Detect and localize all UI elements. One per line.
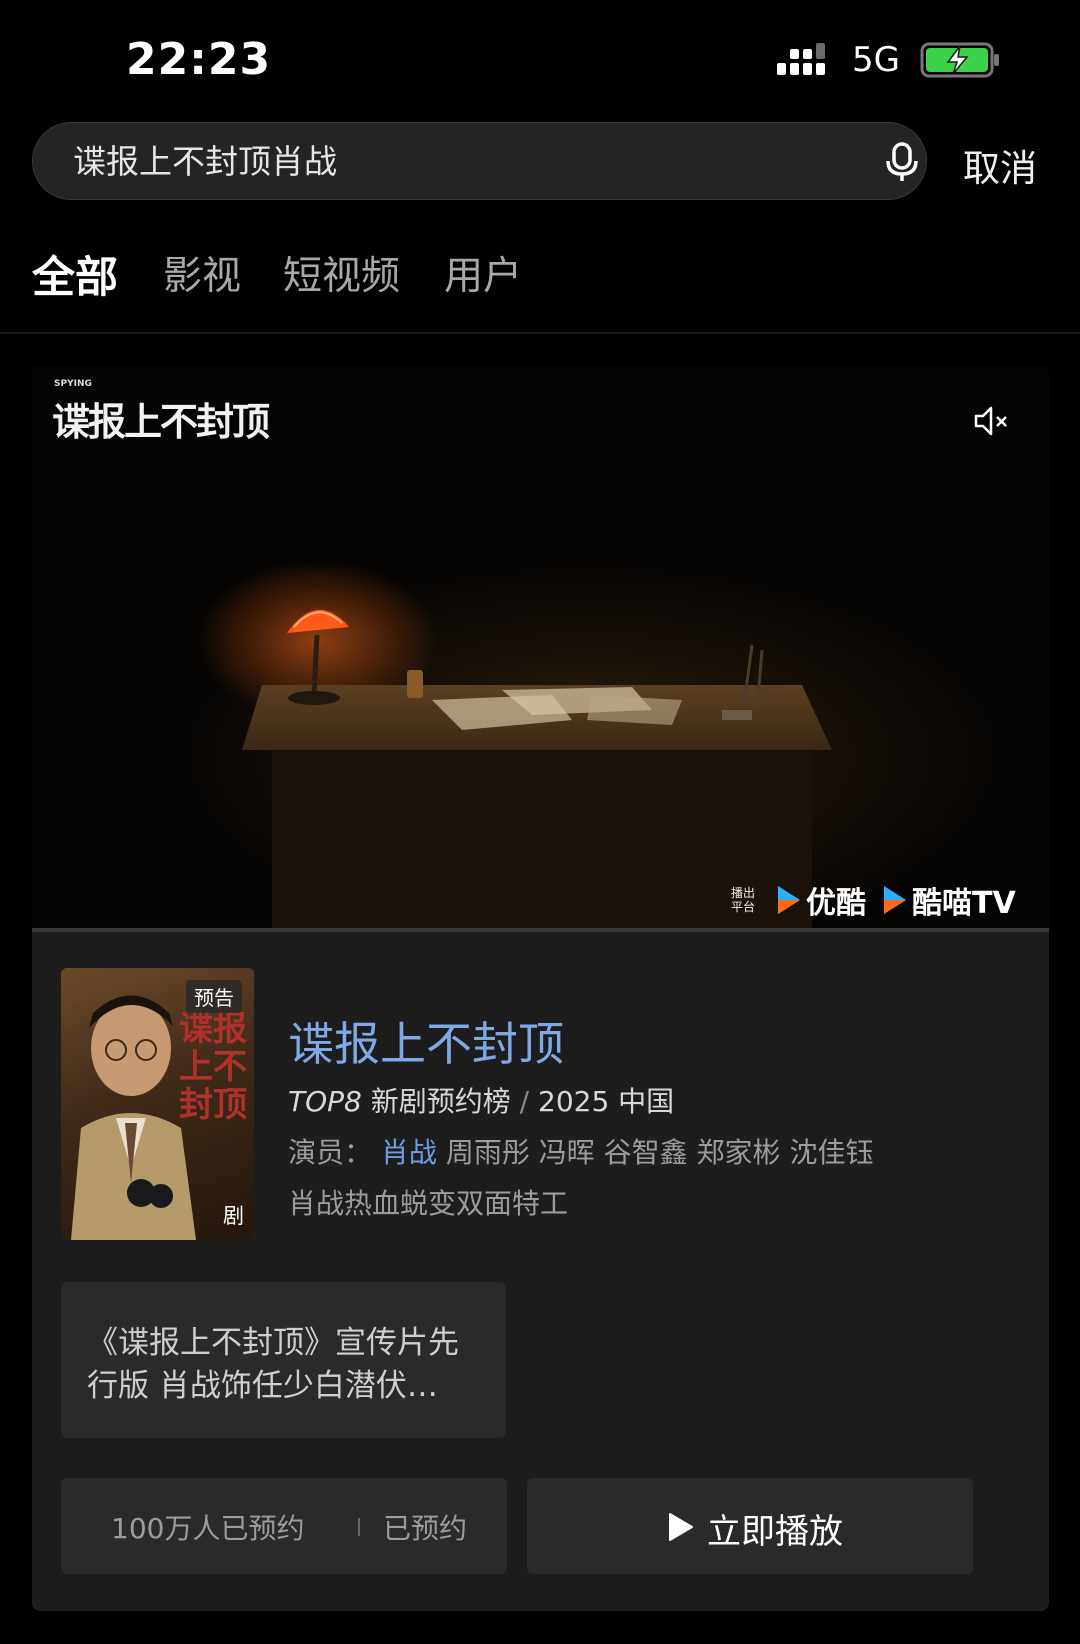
platform-youku[interactable]: 优酷 (776, 881, 866, 921)
tab-divider (0, 332, 1080, 334)
rank-list-name[interactable]: 新剧预约榜 (371, 1085, 511, 1118)
show-logo: 谍报上不封顶 (52, 399, 270, 444)
trailer-video-player[interactable]: SPYING 谍报上不封顶 播出 平台 优酷 酷喵TV (32, 365, 1049, 930)
cast-list: 演员： 肖战 周雨彤 冯晖 谷智鑫 郑家彬 沈佳钰 (288, 1131, 873, 1171)
related-clip-card[interactable]: 《谍报上不封顶》宣传片先行版 肖战饰任少白潜伏… (61, 1282, 506, 1438)
play-label: 立即播放 (707, 1512, 843, 1552)
reserve-divider (358, 1518, 360, 1536)
search-input[interactable] (71, 123, 835, 201)
reserve-button[interactable]: 100万人已预约 已预约 (61, 1478, 507, 1574)
tab-short-video[interactable]: 短视频 (283, 245, 400, 301)
cast-label: 演员： (288, 1136, 373, 1169)
clock: 22:23 (126, 34, 272, 85)
video-progress-bar[interactable] (32, 928, 1049, 932)
play-now-button[interactable]: 立即播放 (527, 1478, 973, 1574)
kumiao-logo-icon (884, 886, 906, 914)
tab-all[interactable]: 全部 (32, 243, 118, 305)
signal-strength-icon (777, 43, 825, 75)
search-bar[interactable] (32, 122, 927, 201)
tab-users[interactable]: 用户 (444, 245, 522, 301)
poster-title-art: 谍报上不封顶 (179, 1009, 247, 1125)
microphone-icon[interactable] (881, 141, 923, 183)
reserve-count: 100万人已预约 (111, 1512, 305, 1545)
clip-title: 《谍报上不封顶》宣传片先行版 肖战饰任少白潜伏… (87, 1325, 459, 1404)
platform-kumiao-tv[interactable]: 酷喵TV (882, 881, 1016, 921)
show-tagline: 肖战热血蜕变双面特工 (288, 1187, 569, 1220)
show-poster[interactable]: 谍报上不封顶 预告 剧 (61, 968, 254, 1240)
logo-subtitle: SPYING (54, 379, 92, 389)
youku-logo-icon (778, 886, 800, 914)
mute-icon[interactable] (973, 404, 1011, 438)
show-meta: TOP8 新剧预约榜 / 2025 中国 (288, 1080, 674, 1120)
desk-scene-illustration (197, 560, 832, 930)
play-icon (669, 1513, 693, 1541)
year-region: 2025 中国 (538, 1085, 675, 1118)
status-bar: 22:23 5G (0, 0, 1080, 120)
cancel-button[interactable]: 取消 (963, 138, 1037, 192)
battery-charging-icon (920, 42, 999, 78)
content-type-badge: 剧 (223, 1204, 244, 1228)
reserve-status: 已预约 (383, 1512, 468, 1545)
show-result-card: SPYING 谍报上不封顶 播出 平台 优酷 酷喵TV 谍报上不封顶 预告 剧 … (32, 365, 1049, 1611)
broadcast-platform-label: 播出 平台 (730, 886, 755, 914)
cast-lead-link[interactable]: 肖战 (381, 1136, 437, 1169)
network-type: 5G (852, 40, 900, 80)
rank-badge[interactable]: TOP8 (288, 1085, 362, 1118)
meta-separator: / (519, 1085, 530, 1118)
cast-others: 周雨彤 冯晖 谷智鑫 郑家彬 沈佳钰 (445, 1136, 874, 1169)
tab-film-tv[interactable]: 影视 (163, 245, 241, 301)
show-title[interactable]: 谍报上不封顶 (288, 1008, 564, 1074)
trailer-badge: 预告 (186, 980, 242, 1013)
